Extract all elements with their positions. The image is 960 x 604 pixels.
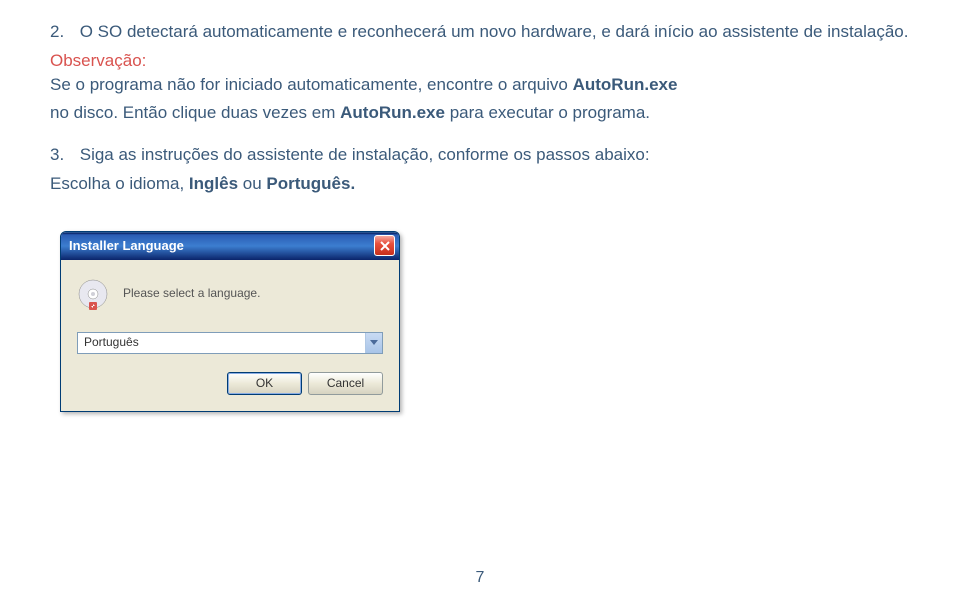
selected-language: Português [84, 334, 139, 351]
step-number: 2. [50, 20, 75, 44]
dialog-button-row: OK Cancel [77, 372, 383, 395]
dialog-title: Installer Language [69, 237, 184, 255]
dialog-message: Please select a language. [123, 285, 260, 302]
cancel-button[interactable]: Cancel [308, 372, 383, 395]
autorun-filename: AutoRun.exe [573, 75, 678, 94]
step-text: O SO detectará automaticamente e reconhe… [80, 22, 909, 41]
installer-dialog-wrapper: Installer Language Please select a langu… [60, 231, 910, 412]
installer-language-dialog: Installer Language Please select a langu… [60, 231, 400, 412]
step-number: 3. [50, 143, 75, 167]
language-select-row: Português [77, 332, 383, 354]
observation-line-1: Se o programa não for iniciado automatic… [50, 73, 910, 97]
chevron-down-icon [370, 340, 378, 346]
choose-language-instruction: Escolha o idioma, Inglês ou Português. [50, 172, 910, 196]
observation-line-2: no disco. Então clique duas vezes em Aut… [50, 101, 910, 125]
message-row: Please select a language. [77, 278, 383, 310]
close-button[interactable] [374, 235, 395, 256]
close-icon [380, 241, 390, 251]
page-number: 7 [476, 567, 485, 589]
dialog-titlebar[interactable]: Installer Language [61, 232, 399, 260]
autorun-filename: AutoRun.exe [340, 103, 445, 122]
step-3: 3. Siga as instruções do assistente de i… [50, 143, 910, 167]
dropdown-arrow[interactable] [365, 333, 382, 353]
language-select[interactable]: Português [77, 332, 383, 354]
step-text: Siga as instruções do assistente de inst… [80, 145, 650, 164]
observation-title: Observação: [50, 49, 910, 73]
ok-button[interactable]: OK [227, 372, 302, 395]
step-2: 2. O SO detectará automaticamente e reco… [50, 20, 910, 44]
observation-block: Observação: Se o programa não for inicia… [50, 49, 910, 125]
dialog-body: Please select a language. Português OK C… [61, 260, 399, 411]
disc-icon [77, 278, 109, 310]
